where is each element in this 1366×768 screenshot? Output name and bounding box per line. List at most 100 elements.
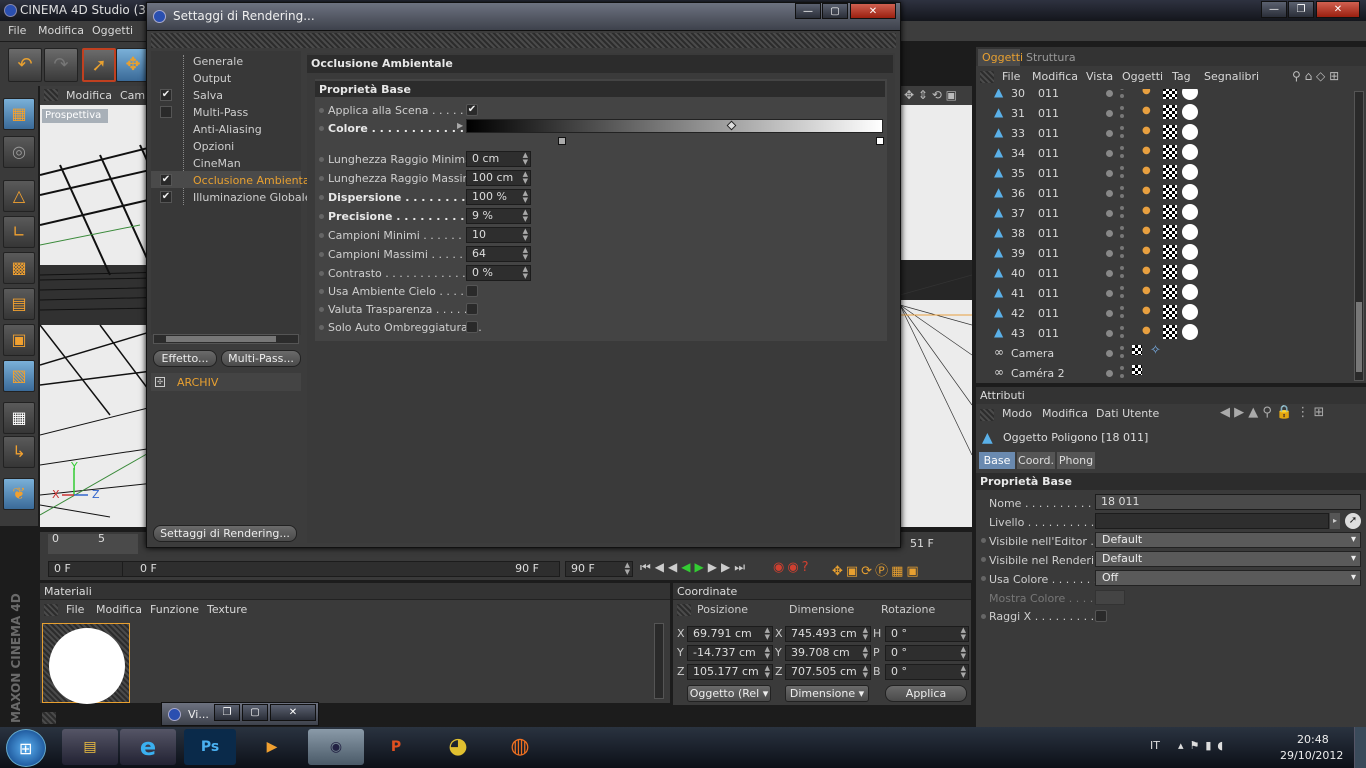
effetto-button[interactable]: Effetto... [153, 350, 217, 367]
viewport-menu-camera[interactable]: Cam [120, 89, 145, 102]
pos-y-field[interactable]: -14.737 cm ▲ ▼ [687, 645, 773, 661]
camp-min-field[interactable]: 10 ▲ ▼ [466, 227, 531, 243]
object-row[interactable]: ▲ 39 011 ● [976, 243, 1351, 263]
menu-file[interactable]: File [8, 24, 26, 37]
attr-nav-icons[interactable]: ◀ ▶ ▲ ⚲ 🔒 ⋮ ⊞ [1220, 405, 1324, 420]
menu-oggetti[interactable]: Oggetti [92, 24, 133, 37]
mini-restore-button[interactable]: ❐ [214, 704, 240, 721]
ie-icon[interactable]: e [120, 729, 176, 765]
raggi-x-checkbox[interactable] [1095, 610, 1107, 622]
render-settings-button[interactable]: Settaggi di Rendering... [153, 525, 297, 542]
vis-render-dropdown[interactable]: Default [1095, 551, 1361, 567]
points-mode-icon[interactable]: △ [3, 180, 35, 212]
object-row[interactable]: ▲ 38 011 ● [976, 223, 1351, 243]
pos-x-field[interactable]: 69.791 cm ▲ ▼ [687, 626, 773, 642]
valuta-trasp-checkbox[interactable] [466, 303, 478, 315]
explorer-icon[interactable]: ▤ [62, 729, 118, 765]
tab-oggetti[interactable]: Oggetti [978, 49, 1023, 66]
object-row[interactable]: ▲ 31 011 ● [976, 103, 1351, 123]
nav-occlusione-checkbox[interactable]: ✔ [160, 174, 172, 186]
camera-row[interactable]: ∞ Camera ✧ [976, 343, 1351, 363]
nav-generale[interactable]: Generale [193, 55, 243, 68]
layout-icon[interactable]: ▦ [3, 98, 35, 130]
nav-cineman[interactable]: CineMan [193, 157, 241, 170]
usa-colore-dropdown[interactable]: Off [1095, 570, 1361, 586]
material-thumbnail[interactable] [42, 623, 130, 704]
dialog-close-button[interactable]: ✕ [850, 3, 896, 19]
minimized-window[interactable]: Vi... ❐ ▢ ✕ [161, 702, 319, 726]
show-desktop-button[interactable] [1354, 727, 1366, 768]
nav-occlusione-ambientale[interactable]: Occlusione Ambientale [193, 174, 319, 187]
nome-field[interactable]: 18 011 [1095, 494, 1361, 510]
tab-struttura[interactable]: Struttura [1022, 49, 1076, 66]
key-controls[interactable]: ✥▣⟳Ⓟ▦▣ [832, 560, 972, 579]
obj-menu-tag[interactable]: Tag [1172, 70, 1191, 83]
paint-icon[interactable]: ❦ [3, 478, 35, 510]
object-row[interactable]: ▲ 30 011 ● [976, 89, 1351, 103]
attr-tab-base[interactable]: Base [979, 452, 1015, 469]
precisione-field[interactable]: 9 % ▲ ▼ [466, 208, 531, 224]
axis-mode-icon[interactable]: ↳ [3, 436, 35, 468]
nav-antialiasing[interactable]: Anti-Aliasing [193, 123, 262, 136]
range-slider[interactable]: 0 F 90 F [122, 561, 560, 577]
expand-arrow-icon[interactable]: ▶ [457, 121, 463, 130]
solo-auto-checkbox[interactable] [466, 321, 478, 333]
mini-maximize-button[interactable]: ▢ [242, 704, 268, 721]
camp-max-field[interactable]: 64 ▲ ▼ [466, 246, 531, 262]
playback-controls[interactable]: ⏮◀◀◀▶▶▶⏭ [640, 560, 770, 578]
object-row[interactable]: ▲ 40 011 ● [976, 263, 1351, 283]
object-row[interactable]: ▲ 33 011 ● [976, 123, 1351, 143]
multipass-button[interactable]: Multi-Pass... [221, 350, 301, 367]
livello-field[interactable] [1095, 513, 1329, 529]
attr-menu-modo[interactable]: Modo [1002, 407, 1032, 420]
obj-menu-segnalibri[interactable]: Segnalibri [1204, 70, 1259, 83]
livello-arrow-icon[interactable]: ▸ [1330, 513, 1340, 529]
language-indicator[interactable]: IT [1150, 739, 1160, 752]
restore-button[interactable]: ❐ [1288, 1, 1314, 18]
move-tool-icon[interactable]: ✥ [116, 48, 150, 82]
camera-row[interactable]: ∞ Caméra 2 [976, 363, 1351, 383]
object-row[interactable]: ▲ 42 011 ● [976, 303, 1351, 323]
nav-salva[interactable]: Salva [193, 89, 223, 102]
photoshop-icon[interactable]: Ps [184, 729, 236, 765]
lung-min-field[interactable]: 0 cm ▲ ▼ [466, 151, 531, 167]
start-button[interactable]: ⊞ [6, 729, 46, 767]
mini-close-button[interactable]: ✕ [270, 704, 316, 721]
contrasto-field[interactable]: 0 % ▲ ▼ [466, 265, 531, 281]
object-row[interactable]: ▲ 41 011 ● [976, 283, 1351, 303]
dispersione-field[interactable]: 100 % ▲ ▼ [466, 189, 531, 205]
nav-salva-checkbox[interactable]: ✔ [160, 89, 172, 101]
color-gradient[interactable] [466, 119, 883, 133]
vis-editor-dropdown[interactable]: Default [1095, 532, 1361, 548]
applica-checkbox[interactable]: ✔ [466, 104, 478, 116]
apply-button[interactable]: Applica [885, 685, 967, 702]
polygons-mode-icon[interactable]: ▩ [3, 252, 35, 284]
undo-icon[interactable]: ↶ [8, 48, 42, 82]
obj-menu-file[interactable]: File [1002, 70, 1020, 83]
gradient-knot-right[interactable] [876, 137, 884, 145]
nav-multipass-checkbox[interactable] [160, 106, 172, 118]
attr-tab-coord[interactable]: Coord. [1017, 452, 1055, 469]
minimize-button[interactable]: — [1261, 1, 1287, 18]
dialog-maximize-button[interactable]: ▢ [822, 3, 848, 19]
nav-illuminazione-globale[interactable]: Illuminazione Globale [193, 191, 311, 204]
object-row[interactable]: ▲ 43 011 ● [976, 323, 1351, 343]
mat-menu-funzione[interactable]: Funzione [150, 603, 199, 616]
tray-icons[interactable]: ▴⚑▮◖ [1178, 739, 1229, 752]
objects-scrollbar[interactable] [1354, 91, 1364, 381]
mat-menu-texture[interactable]: Texture [207, 603, 247, 616]
dim-y-field[interactable]: 39.708 cm ▲ ▼ [785, 645, 871, 661]
model-mode-icon[interactable]: ▤ [3, 288, 35, 320]
obj-menu-oggetti[interactable]: Oggetti [1122, 70, 1163, 83]
lung-max-field[interactable]: 100 cm ▲ ▼ [466, 170, 531, 186]
select-tool-icon[interactable]: ➚ [82, 48, 116, 82]
record-controls[interactable]: ◉◉? [773, 560, 828, 578]
attr-tab-phong[interactable]: Phong [1057, 452, 1095, 469]
object-row[interactable]: ▲ 36 011 ● [976, 183, 1351, 203]
firefox-icon[interactable]: ◍ [494, 729, 546, 765]
coord-mode-dropdown[interactable]: Oggetto (Rel ▾ [687, 685, 771, 702]
powerpoint-icon[interactable]: P [370, 729, 422, 765]
materials-scrollbar[interactable] [654, 623, 664, 699]
object-mode-icon[interactable]: ▣ [3, 324, 35, 356]
pos-z-field[interactable]: 105.177 cm ▲ ▼ [687, 664, 773, 680]
